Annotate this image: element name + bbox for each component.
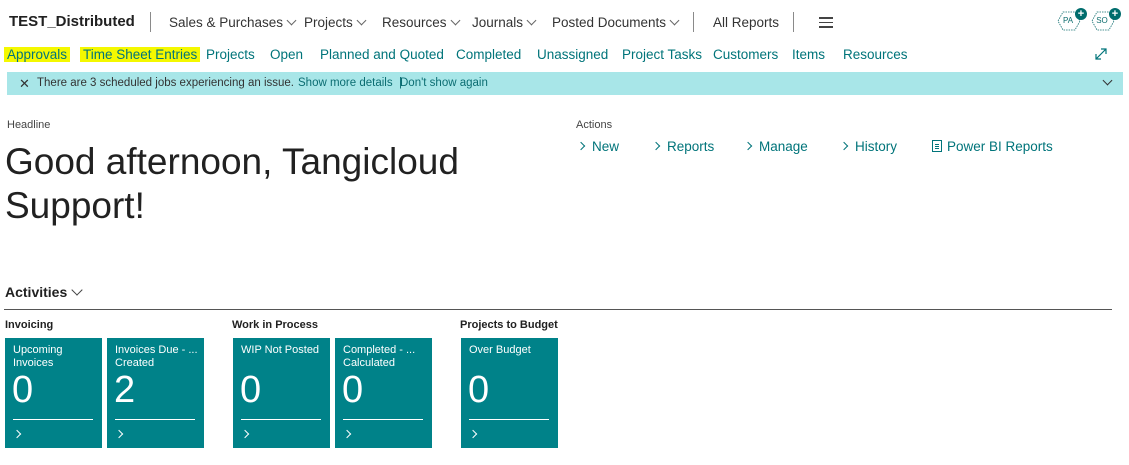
divider	[115, 419, 195, 420]
chevron-down-icon	[286, 15, 297, 26]
chevron-right-icon	[114, 429, 124, 439]
subnav-resources[interactable]: Resources	[843, 47, 908, 62]
actions-label: Actions	[576, 119, 613, 131]
action-new[interactable]: New	[576, 139, 620, 154]
menu-label: Journals	[472, 15, 524, 30]
chevron-down-icon	[526, 15, 537, 26]
divider	[241, 419, 321, 420]
subnav-projects[interactable]: Projects	[206, 47, 255, 62]
group-title-work-in-process: Work in Process	[232, 319, 318, 331]
chevron-down-icon[interactable]	[1102, 75, 1113, 86]
report-document-icon	[932, 140, 942, 152]
subnav-completed[interactable]: Completed	[456, 47, 521, 62]
subnav-open[interactable]: Open	[270, 47, 303, 62]
chevron-down-icon	[669, 15, 680, 26]
tile-upcoming-invoices[interactable]: Upcoming Invoices 0	[5, 338, 102, 448]
plus-icon: +	[1109, 8, 1121, 20]
divider	[469, 419, 549, 420]
avatar-pa[interactable]: PA +	[1057, 8, 1087, 31]
chevron-right-icon	[240, 429, 250, 439]
menu-projects[interactable]: Projects	[304, 15, 367, 30]
menu-label: Posted Documents	[552, 15, 667, 30]
activities-label: Activities	[5, 284, 68, 300]
action-label: Manage	[759, 139, 808, 154]
chevron-right-icon	[839, 141, 849, 151]
chevron-right-icon	[651, 141, 661, 151]
activities-heading[interactable]: Activities	[5, 284, 83, 300]
chevron-right-icon	[468, 429, 478, 439]
chevron-down-icon	[450, 15, 460, 26]
divider	[693, 12, 694, 32]
menu-label: Sales & Purchases	[169, 15, 284, 30]
action-manage[interactable]: Manage	[743, 139, 808, 154]
company-name[interactable]: TEST_Distributed	[9, 13, 135, 30]
action-label: New	[592, 139, 620, 154]
tile-label: Completed - ... Calculated	[343, 344, 416, 369]
action-power-bi-reports[interactable]: Power BI Reports	[932, 139, 1053, 154]
tile-over-budget[interactable]: Over Budget 0	[461, 338, 558, 448]
chevron-right-icon	[576, 141, 586, 151]
menu-resources[interactable]: Resources	[382, 15, 460, 30]
action-reports[interactable]: Reports	[651, 139, 715, 154]
divider	[4, 309, 1112, 310]
subnav-project-tasks[interactable]: Project Tasks	[622, 47, 702, 62]
chevron-down-icon	[356, 15, 367, 26]
tile-wip-not-posted[interactable]: WIP Not Posted 0	[233, 338, 330, 448]
notification-message: There are 3 scheduled jobs experiencing …	[37, 77, 294, 89]
tile-value: 2	[114, 369, 136, 411]
divider	[793, 12, 794, 32]
more-menu-icon[interactable]	[819, 17, 833, 31]
menu-label: Projects	[304, 15, 353, 30]
action-label: Power BI Reports	[947, 139, 1053, 154]
subnav-customers[interactable]: Customers	[713, 47, 778, 62]
sub-navigation: Approvals Time Sheet Entries Projects Op…	[0, 44, 1129, 68]
subnav-time-sheet-entries[interactable]: Time Sheet Entries	[80, 47, 201, 62]
tile-label: Over Budget	[469, 344, 531, 356]
menu-label: Resources	[382, 15, 447, 30]
tile-value: 0	[342, 369, 364, 411]
action-label: Reports	[667, 139, 715, 154]
tile-value: 0	[240, 369, 262, 411]
chevron-right-icon	[12, 429, 22, 439]
action-history[interactable]: History	[839, 139, 898, 154]
expand-icon[interactable]	[1094, 47, 1108, 61]
menu-sales-purchases[interactable]: Sales & Purchases	[169, 15, 297, 30]
tile-label: WIP Not Posted	[241, 344, 320, 356]
notification-bar: ✕ There are 3 scheduled jobs experiencin…	[7, 72, 1123, 95]
tile-completed-calculated[interactable]: Completed - ... Calculated 0	[335, 338, 432, 448]
show-more-details-link[interactable]: Show more details	[298, 77, 393, 89]
top-navigation-bar: TEST_Distributed Sales & Purchases Proje…	[0, 0, 1129, 44]
close-icon[interactable]: ✕	[19, 77, 30, 90]
subnav-planned-and-quoted[interactable]: Planned and Quoted	[320, 47, 444, 62]
group-title-invoicing: Invoicing	[5, 319, 54, 331]
divider	[343, 419, 423, 420]
headline-label: Headline	[7, 119, 51, 131]
divider	[13, 419, 93, 420]
chevron-down-icon	[71, 284, 83, 296]
subnav-unassigned[interactable]: Unassigned	[537, 47, 608, 62]
group-title-projects-to-budget: Projects to Budget	[460, 319, 558, 331]
menu-posted-documents[interactable]: Posted Documents	[552, 15, 680, 30]
avatar-so[interactable]: SO +	[1091, 8, 1121, 31]
chevron-right-icon	[342, 429, 352, 439]
dont-show-again-link[interactable]: Don't show again	[400, 77, 488, 89]
menu-journals[interactable]: Journals	[472, 15, 537, 30]
tile-invoices-due-created[interactable]: Invoices Due - ... Created 2	[107, 338, 204, 448]
tile-label: Invoices Due - ... Created	[115, 344, 198, 369]
tile-value: 0	[12, 369, 34, 411]
all-reports-link[interactable]: All Reports	[713, 15, 779, 30]
tile-label: Upcoming Invoices	[13, 344, 63, 369]
tile-value: 0	[468, 369, 490, 411]
plus-icon: +	[1075, 8, 1087, 20]
greeting-headline: Good afternoon, Tangicloud Support!	[5, 141, 459, 226]
subnav-approvals[interactable]: Approvals	[4, 47, 71, 62]
action-label: History	[855, 139, 898, 154]
subnav-items[interactable]: Items	[792, 47, 825, 62]
divider	[150, 12, 151, 32]
chevron-right-icon	[743, 141, 753, 151]
